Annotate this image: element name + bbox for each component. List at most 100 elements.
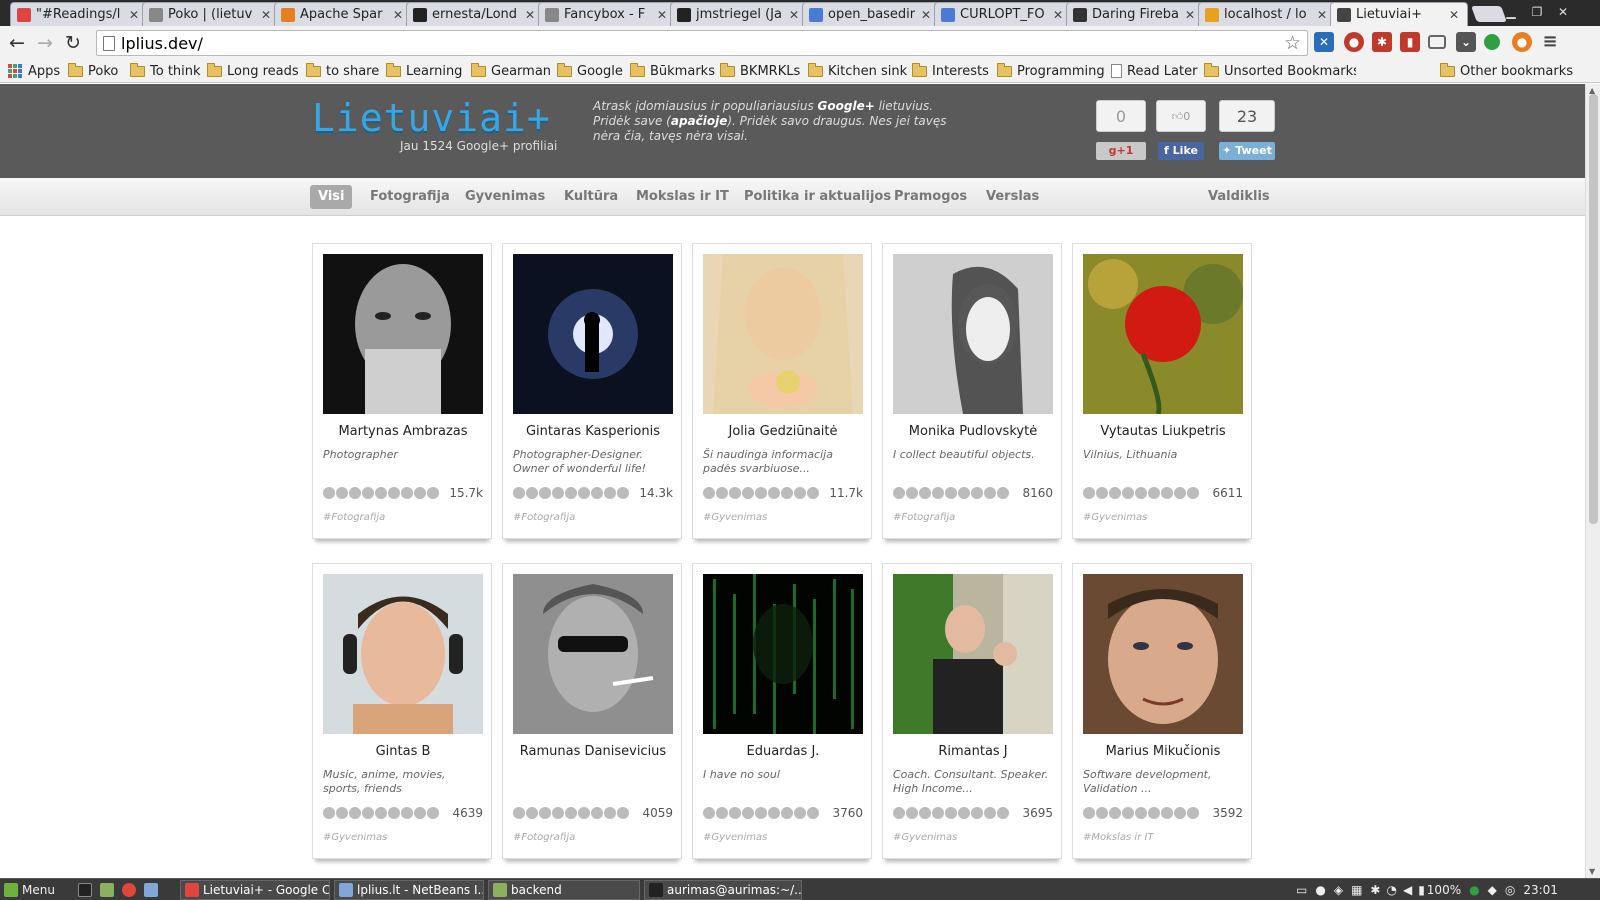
bookmark-item[interactable]: Būkmarks — [630, 62, 715, 80]
category-tab[interactable]: Fotografija — [362, 185, 458, 209]
terminal-launcher-icon[interactable] — [78, 881, 96, 899]
dashboard-link[interactable]: Valdiklis — [1200, 185, 1278, 209]
tab[interactable]: Fancybox - F ✕ — [538, 2, 676, 26]
profile-name[interactable]: Rimantas J — [883, 744, 1063, 759]
clock[interactable]: 23:01 — [1523, 883, 1558, 897]
tab[interactable]: CURLOPT_FO ✕ — [934, 2, 1072, 26]
other-bookmarks[interactable]: Other bookmarks — [1440, 62, 1573, 80]
profile-card[interactable]: Ramunas Danisevicius 4059 #Fotografija — [502, 563, 682, 859]
forward-icon[interactable]: → — [32, 30, 58, 56]
profile-name[interactable]: Marius Mikučionis — [1073, 744, 1253, 759]
tab[interactable]: open_basedir ✕ — [802, 2, 940, 26]
close-tab-icon[interactable]: ✕ — [921, 8, 933, 22]
profile-card[interactable]: Monika Pudlovskytė I collect beautiful ob… — [882, 243, 1062, 539]
profile-name[interactable]: Eduardas J. — [693, 744, 873, 759]
profile-photo[interactable] — [1083, 254, 1243, 414]
restore-icon[interactable]: ❐ — [1526, 3, 1548, 21]
bookmark-item[interactable]: Unsorted Bookmarks — [1204, 62, 1356, 80]
taskbar-window[interactable]: aurimas@aurimas:~/... — [644, 880, 802, 900]
close-tab-icon[interactable]: ✕ — [657, 8, 669, 22]
profile-photo[interactable] — [323, 574, 483, 734]
profile-card[interactable]: Vytautas Liukpetris Vilnius, Lithuania 661… — [1072, 243, 1252, 539]
bookmark-item[interactable]: Interests — [912, 62, 989, 80]
extension-icon[interactable]: ▮ — [1400, 32, 1420, 52]
tab[interactable]: Poko | (lietuv ✕ — [142, 2, 280, 26]
network-tray-icon[interactable]: ◎ — [1505, 883, 1515, 897]
scroll-down-icon[interactable]: ▼ — [1589, 867, 1595, 876]
close-tab-icon[interactable]: ✕ — [1317, 8, 1329, 22]
extension-icon[interactable]: ✱ — [1372, 32, 1392, 52]
wifi-icon[interactable]: ◔ — [1386, 883, 1396, 897]
bookmark-item[interactable]: Kitchen sink — [808, 62, 907, 80]
address-bar[interactable]: ☆ — [96, 30, 1308, 56]
tab[interactable]: Daring Fireba ✕ — [1066, 2, 1204, 26]
tab[interactable]: "#Readings/l ✕ — [10, 2, 148, 26]
close-tab-icon[interactable]: ✕ — [789, 8, 801, 22]
category-tab[interactable]: Pramogos — [886, 185, 975, 209]
profile-card[interactable]: Gintaras Kasperionis Photographer-Designe… — [502, 243, 682, 539]
category-tag[interactable]: #Gyvenimas — [703, 512, 767, 523]
firebug-icon[interactable]: ● — [1512, 32, 1532, 52]
bookmark-item[interactable]: Long reads — [207, 62, 299, 80]
shield-icon[interactable]: ◆ — [1488, 883, 1497, 897]
profile-name[interactable]: Jolia Gedziūnaitė — [693, 424, 873, 439]
bookmark-item[interactable]: Google — [557, 62, 623, 80]
like-button[interactable]: f Like — [1158, 142, 1204, 160]
close-tab-icon[interactable]: ✕ — [1053, 8, 1065, 22]
cast-icon[interactable] — [1428, 35, 1446, 49]
profile-card[interactable]: Martynas Ambrazas Photographer 15.7k #Fotog… — [312, 243, 492, 539]
category-tab[interactable]: Mokslas ir IT — [628, 185, 737, 209]
profile-photo[interactable] — [703, 254, 863, 414]
tab[interactable]: ernesta/Lond ✕ — [406, 2, 544, 26]
close-tab-icon[interactable]: ✕ — [1449, 8, 1461, 22]
category-tag[interactable]: #Fotografija — [323, 512, 385, 523]
menu-icon[interactable]: ≡ — [1540, 32, 1560, 52]
bookmark-item[interactable]: Programming — [997, 62, 1105, 80]
profile-name[interactable]: Monika Pudlovskytė — [883, 424, 1063, 439]
scrollbar-thumb[interactable] — [1589, 94, 1598, 524]
user-icon[interactable]: ● — [1315, 883, 1325, 897]
tab[interactable]: jmstriegel (Ja ✕ — [670, 2, 808, 26]
category-tag[interactable]: #Fotografija — [513, 832, 575, 843]
category-tab[interactable]: Politika ir aktualijos — [736, 185, 899, 209]
bookmark-item[interactable]: Learning — [386, 62, 462, 80]
category-tag[interactable]: #Gyvenimas — [893, 832, 957, 843]
netbeans-launcher-icon[interactable] — [144, 881, 162, 899]
volume-icon[interactable]: ◀ — [1403, 883, 1412, 897]
profile-name[interactable]: Gintas B — [313, 744, 493, 759]
bookmark-item[interactable]: to share — [306, 62, 379, 80]
profile-photo[interactable] — [513, 574, 673, 734]
profile-photo[interactable] — [893, 574, 1053, 734]
profile-card[interactable]: Gintas B Music, anime, movies, sports, fr… — [312, 563, 492, 859]
category-tab[interactable]: Visi — [310, 185, 353, 209]
taskbar-window[interactable]: backend — [488, 880, 640, 900]
taskbar-window[interactable]: lplius.lt - NetBeans I... — [334, 880, 484, 900]
category-tag[interactable]: #Gyvenimas — [323, 832, 387, 843]
status-icon[interactable] — [1484, 34, 1500, 50]
profile-photo[interactable] — [1083, 574, 1243, 734]
battery-icon[interactable]: ▮ — [1418, 883, 1425, 897]
category-tag[interactable]: #Gyvenimas — [703, 832, 767, 843]
category-tab[interactable]: Kultūra — [556, 185, 626, 209]
category-tab[interactable]: Gyvenimas — [457, 185, 553, 209]
profile-name[interactable]: Vytautas Liukpetris — [1073, 424, 1253, 439]
chrome-launcher-icon[interactable] — [122, 881, 140, 899]
category-tag[interactable]: #Mokslas ir IT — [1083, 832, 1154, 843]
profile-photo[interactable] — [323, 254, 483, 414]
close-tab-icon[interactable]: ✕ — [393, 8, 405, 22]
close-tab-icon[interactable]: ✕ — [1185, 8, 1197, 22]
bookmark-item[interactable]: Read Later — [1111, 62, 1197, 80]
category-tag[interactable]: #Fotografija — [513, 512, 575, 523]
network-icon[interactable]: ◈ — [1334, 883, 1343, 897]
close-tab-icon[interactable]: ✕ — [129, 8, 141, 22]
minimize-icon[interactable]: ▁ — [1500, 3, 1522, 21]
category-tag[interactable]: #Gyvenimas — [1083, 512, 1147, 523]
pocket-icon[interactable]: ⌄ — [1456, 32, 1476, 52]
profile-name[interactable]: Ramunas Danisevicius — [503, 744, 683, 759]
adblock-icon[interactable]: ● — [1344, 32, 1364, 52]
profile-card[interactable]: Rimantas J Coach. Consultant. Speaker. Hi… — [882, 563, 1062, 859]
category-tag[interactable]: #Fotografija — [893, 512, 955, 523]
files-launcher-icon[interactable] — [100, 881, 118, 899]
bookmark-item[interactable]: BKMRKLs — [720, 62, 800, 80]
close-tab-icon[interactable]: ✕ — [261, 8, 273, 22]
